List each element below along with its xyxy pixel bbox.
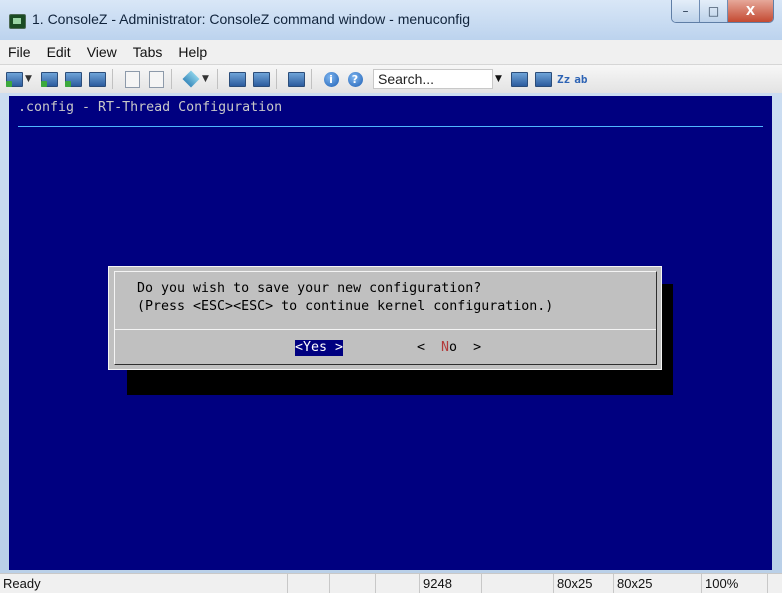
toolbar-separator: [171, 69, 172, 89]
toolbar: ▼ ▼ i ? Search... ▼ Zz ab: [0, 65, 782, 93]
next-tab-icon[interactable]: [63, 70, 83, 88]
maximize-button[interactable]: □: [700, 0, 728, 22]
consolez-window: 1. ConsoleZ - Administrator: ConsoleZ co…: [0, 0, 782, 593]
toolbar-separator: [112, 69, 113, 89]
dialog-question: Do you wish to save your new configurati…: [137, 281, 482, 296]
yes-label-rest: es: [311, 340, 328, 355]
menu-edit[interactable]: Edit: [39, 44, 79, 60]
settings-icon[interactable]: [286, 70, 306, 88]
status-text: Ready: [0, 574, 288, 593]
menu-file[interactable]: File: [0, 44, 39, 60]
status-empty-1: [288, 574, 330, 593]
dialog-frame: Do you wish to save your new configurati…: [114, 271, 657, 365]
save-config-dialog: Do you wish to save your new configurati…: [108, 266, 662, 370]
yes-left-bracket: <: [295, 340, 304, 355]
status-empty-2: [330, 574, 376, 593]
status-pid: 9248: [420, 574, 482, 593]
yes-button[interactable]: <Yes >: [295, 340, 344, 356]
window-controls: – □ X: [671, 0, 774, 23]
new-tab-dropdown-icon[interactable]: ▼: [25, 74, 35, 84]
search-input[interactable]: Search...: [373, 69, 493, 89]
console-area[interactable]: .config - RT-Thread Configuration Do you…: [9, 96, 772, 570]
status-empty-3: [376, 574, 420, 593]
close-tab-icon[interactable]: [87, 70, 107, 88]
config-header: .config - RT-Thread Configuration: [18, 100, 283, 115]
status-bar: Ready 9248 80x25 80x25 100%: [0, 573, 782, 593]
rename-tab-icon[interactable]: [39, 70, 59, 88]
status-buffer-size: 80x25: [554, 574, 614, 593]
toolbar-separator: [311, 69, 312, 89]
status-window-size: 80x25: [614, 574, 702, 593]
split-horizontal-icon[interactable]: [227, 70, 247, 88]
status-zoom: 100%: [702, 574, 768, 593]
close-button[interactable]: X: [728, 0, 773, 22]
menu-tabs[interactable]: Tabs: [125, 44, 171, 60]
transparency-dropdown-icon[interactable]: ▼: [202, 74, 212, 84]
toolbar-separator: [276, 69, 277, 89]
search-dropdown-icon[interactable]: ▼: [495, 74, 505, 84]
match-case-toggle[interactable]: Zz: [557, 73, 570, 86]
no-label-rest: o: [449, 340, 458, 355]
copy-icon[interactable]: [122, 70, 142, 88]
dialog-divider: [115, 329, 656, 330]
title-bar[interactable]: 1. ConsoleZ - Administrator: ConsoleZ co…: [0, 0, 782, 40]
yes-hotkey: Y: [303, 340, 312, 355]
window-title: 1. ConsoleZ - Administrator: ConsoleZ co…: [32, 11, 471, 27]
help-icon[interactable]: ?: [345, 70, 365, 88]
menu-view[interactable]: View: [79, 44, 125, 60]
minimize-button[interactable]: –: [672, 0, 700, 22]
info-icon[interactable]: i: [321, 70, 341, 88]
find-next-icon[interactable]: [533, 70, 553, 88]
no-right-bracket: >: [457, 340, 482, 355]
menu-bar: File Edit View Tabs Help: [0, 40, 782, 65]
no-hotkey: N: [441, 340, 450, 355]
no-left-bracket: <: [417, 340, 442, 355]
menu-help[interactable]: Help: [170, 44, 215, 60]
status-empty-4: [482, 574, 554, 593]
dialog-hint: (Press <ESC><ESC> to continue kernel con…: [137, 299, 554, 314]
yes-right-bracket: >: [327, 340, 344, 355]
no-button[interactable]: < No >: [417, 340, 481, 356]
new-tab-icon[interactable]: [4, 70, 24, 88]
header-divider: [18, 126, 763, 127]
split-vertical-icon[interactable]: [251, 70, 271, 88]
transparency-icon[interactable]: [181, 70, 201, 88]
whole-word-toggle[interactable]: ab: [574, 73, 587, 86]
find-previous-icon[interactable]: [509, 70, 529, 88]
toolbar-separator: [217, 69, 218, 89]
paste-icon[interactable]: [146, 70, 166, 88]
console-app-icon: [9, 14, 26, 29]
